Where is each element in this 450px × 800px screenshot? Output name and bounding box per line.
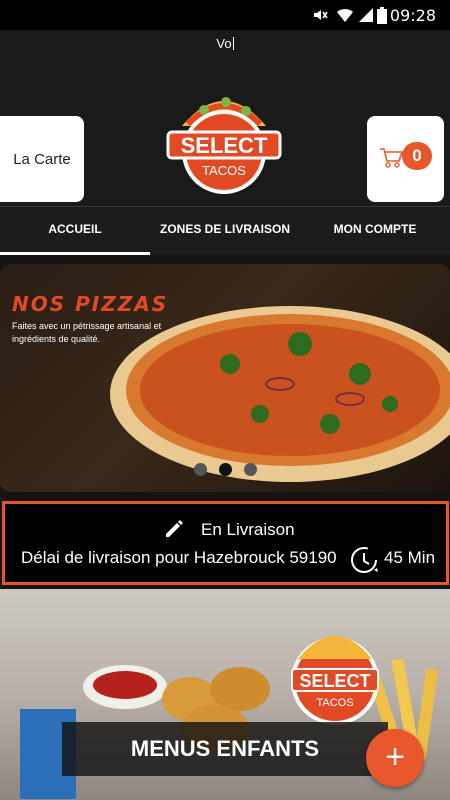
pizza-banner[interactable]: NOS PIZZAS Faites avec un pétrissage art… bbox=[0, 264, 450, 492]
tab-accueil[interactable]: ACCUEIL bbox=[0, 207, 150, 255]
la-carte-button[interactable]: La Carte bbox=[0, 116, 84, 202]
search-text[interactable]: Vo bbox=[0, 36, 450, 51]
status-bar: 09:28 bbox=[0, 0, 450, 30]
banner-subtitle: Faites avec un pétrissage artisanal et i… bbox=[12, 321, 162, 344]
delivery-mode: En Livraison bbox=[201, 520, 295, 539]
carousel-dot[interactable] bbox=[244, 463, 257, 476]
signal-icon bbox=[359, 8, 373, 22]
clock-icon bbox=[351, 547, 378, 573]
carousel-dot[interactable] bbox=[194, 463, 207, 476]
menus-enfants-label[interactable]: MENUS ENFANTS bbox=[62, 722, 388, 776]
banner-title: NOS PIZZAS bbox=[12, 292, 169, 316]
battery-icon bbox=[377, 7, 387, 24]
delivery-info-box[interactable]: En Livraison Délai de livraison pour Haz… bbox=[2, 501, 449, 585]
logo-sub-text: TACOS bbox=[202, 163, 246, 178]
carousel-dots bbox=[190, 463, 260, 477]
logo-brand-text: SELECT bbox=[181, 133, 268, 158]
cart-icon bbox=[380, 148, 403, 168]
pencil-icon bbox=[166, 520, 183, 537]
tab-mon-compte[interactable]: MON COMPTE bbox=[300, 207, 450, 255]
select-tacos-logo: SELECT TACOS bbox=[166, 97, 282, 194]
wifi-icon bbox=[337, 8, 353, 22]
status-time: 09:28 bbox=[389, 6, 436, 25]
promo-logo-brand: SELECT bbox=[299, 671, 370, 691]
main-nav: ACCUEIL ZONES DE LIVRAISON MON COMPTE bbox=[0, 206, 450, 255]
plus-icon: + bbox=[385, 738, 405, 776]
add-button[interactable]: + bbox=[366, 729, 424, 787]
tab-zones-de-livraison[interactable]: ZONES DE LIVRAISON bbox=[150, 207, 300, 255]
mute-icon bbox=[314, 10, 328, 20]
delivery-minutes: 45 Min bbox=[384, 548, 436, 567]
cart-count-badge: 0 bbox=[402, 142, 432, 170]
carousel-dot-active[interactable] bbox=[219, 463, 232, 476]
promo-logo-sub: TACOS bbox=[316, 697, 353, 709]
delivery-delay-text: Délai de livraison pour Hazebrouck 59190 bbox=[21, 548, 337, 567]
